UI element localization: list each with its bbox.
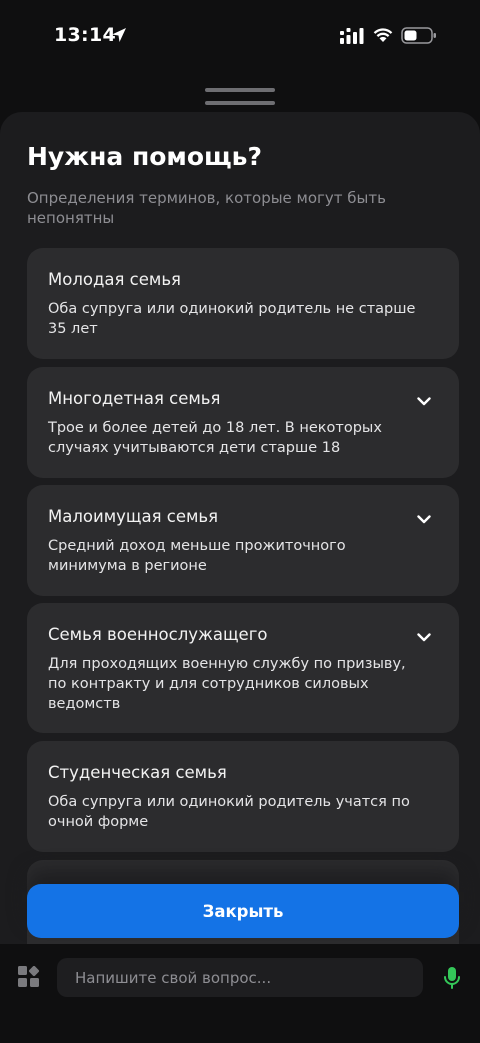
- term-definition: Средний доход меньше прожиточного миниму…: [48, 538, 346, 574]
- term-title: Многодетная семья: [48, 389, 221, 408]
- grid-icon[interactable]: [18, 966, 40, 988]
- term-title: Малоимущая семья: [48, 507, 219, 526]
- battery-icon: [401, 27, 436, 44]
- mic-icon[interactable]: [443, 966, 461, 990]
- location-arrow-icon: [112, 28, 126, 42]
- term-definition: Трое и более детей до 18 лет. В некоторы…: [48, 420, 382, 456]
- help-sheet: Нужна помощь? Определения терминов, кото…: [0, 112, 480, 952]
- term-card-student-family[interactable]: Студенческая семья Оба супруга или одино…: [27, 741, 459, 852]
- close-button[interactable]: Закрыть: [27, 884, 459, 938]
- term-definition: Оба супруга или одинокий родитель учатся…: [48, 794, 410, 830]
- term-definition: Оба супруга или одинокий родитель не ста…: [48, 301, 416, 337]
- term-card-low-income-family[interactable]: Малоимущая семья Средний доход меньше пр…: [27, 485, 459, 596]
- chevron-down-icon[interactable]: [417, 633, 431, 642]
- status-bar: 13:14: [0, 0, 480, 70]
- chevron-down-icon[interactable]: [417, 397, 431, 406]
- sheet-subtitle: Определения терминов, которые могут быть…: [27, 189, 386, 227]
- wifi-icon: [373, 28, 393, 42]
- chat-bar: [0, 944, 480, 1043]
- term-definition: Для проходящих военную службу по призыву…: [48, 656, 406, 712]
- term-card-large-family[interactable]: Многодетная семья Трое и более детей до …: [27, 367, 459, 478]
- term-title: Студенческая семья: [48, 763, 227, 782]
- term-card-young-family[interactable]: Молодая семья Оба супруга или одинокий р…: [27, 248, 459, 359]
- sheet-drag-handle[interactable]: [205, 88, 275, 114]
- term-title: Семья военнослужащего: [48, 625, 268, 644]
- chevron-down-icon[interactable]: [417, 515, 431, 524]
- sheet-title: Нужна помощь?: [27, 142, 262, 171]
- signal-icon: [340, 28, 364, 44]
- status-time: 13:14: [54, 24, 116, 46]
- term-card-military-family[interactable]: Семья военнослужащего Для проходящих вое…: [27, 603, 459, 733]
- term-title: Молодая семья: [48, 270, 181, 289]
- question-input[interactable]: [57, 958, 423, 997]
